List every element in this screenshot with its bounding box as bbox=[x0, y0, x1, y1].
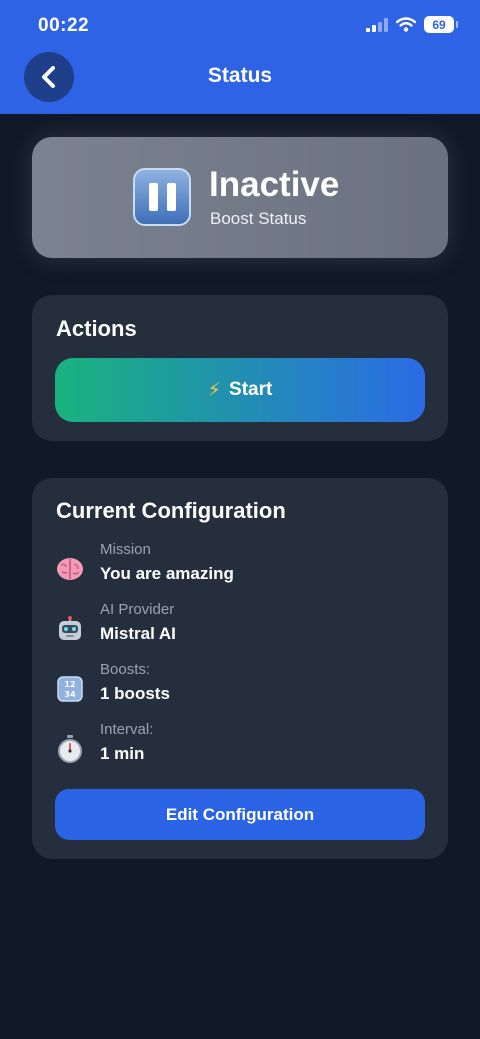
svg-text:12: 12 bbox=[64, 680, 75, 689]
config-label: Interval: bbox=[100, 721, 154, 738]
battery-icon: 69 bbox=[424, 16, 458, 33]
config-item-interval: Interval: 1 min bbox=[56, 721, 416, 771]
signal-icon bbox=[366, 17, 388, 32]
stopwatch-icon bbox=[56, 735, 84, 763]
pause-icon bbox=[133, 168, 191, 226]
app-header: 00:22 69 Status bbox=[0, 0, 480, 114]
config-item-boosts: 12 34 Boosts: 1 boosts bbox=[56, 661, 416, 711]
status-subtitle: Boost Status bbox=[210, 209, 307, 228]
robot-icon bbox=[56, 615, 84, 643]
status-state: Inactive bbox=[209, 165, 340, 204]
numbers-icon: 12 34 bbox=[56, 675, 84, 703]
config-item-mission: Mission You are amazing bbox=[56, 541, 416, 591]
brain-icon bbox=[56, 555, 84, 583]
config-label: AI Provider bbox=[100, 601, 175, 618]
wifi-icon bbox=[396, 17, 416, 32]
edit-configuration-button[interactable]: Edit Configuration bbox=[55, 789, 425, 840]
status-bar: 00:22 69 bbox=[0, 0, 480, 52]
lightning-icon: ⚡ bbox=[207, 379, 222, 401]
actions-card: Actions ⚡ Start bbox=[32, 295, 448, 441]
page-title: Status bbox=[207, 64, 273, 87]
configuration-card: Current Configuration Mission You are am… bbox=[32, 478, 448, 859]
config-item-ai-provider: AI Provider Mistral AI bbox=[56, 601, 416, 651]
config-label: Boosts: bbox=[100, 661, 151, 678]
svg-text:34: 34 bbox=[64, 690, 76, 699]
start-button-label: Start bbox=[229, 379, 273, 400]
status-time: 00:22 bbox=[38, 15, 90, 36]
actions-heading: Actions bbox=[56, 316, 137, 341]
config-value: 1 min bbox=[100, 744, 145, 763]
configuration-heading: Current Configuration bbox=[56, 498, 286, 523]
config-value: Mistral AI bbox=[100, 624, 176, 643]
start-button[interactable]: ⚡ Start bbox=[55, 358, 425, 422]
status-icons: 69 bbox=[366, 16, 458, 33]
config-value: You are amazing bbox=[100, 564, 234, 583]
config-value: 1 boosts bbox=[100, 684, 170, 703]
status-card: Inactive Boost Status bbox=[32, 137, 448, 258]
config-label: Mission bbox=[100, 541, 151, 558]
